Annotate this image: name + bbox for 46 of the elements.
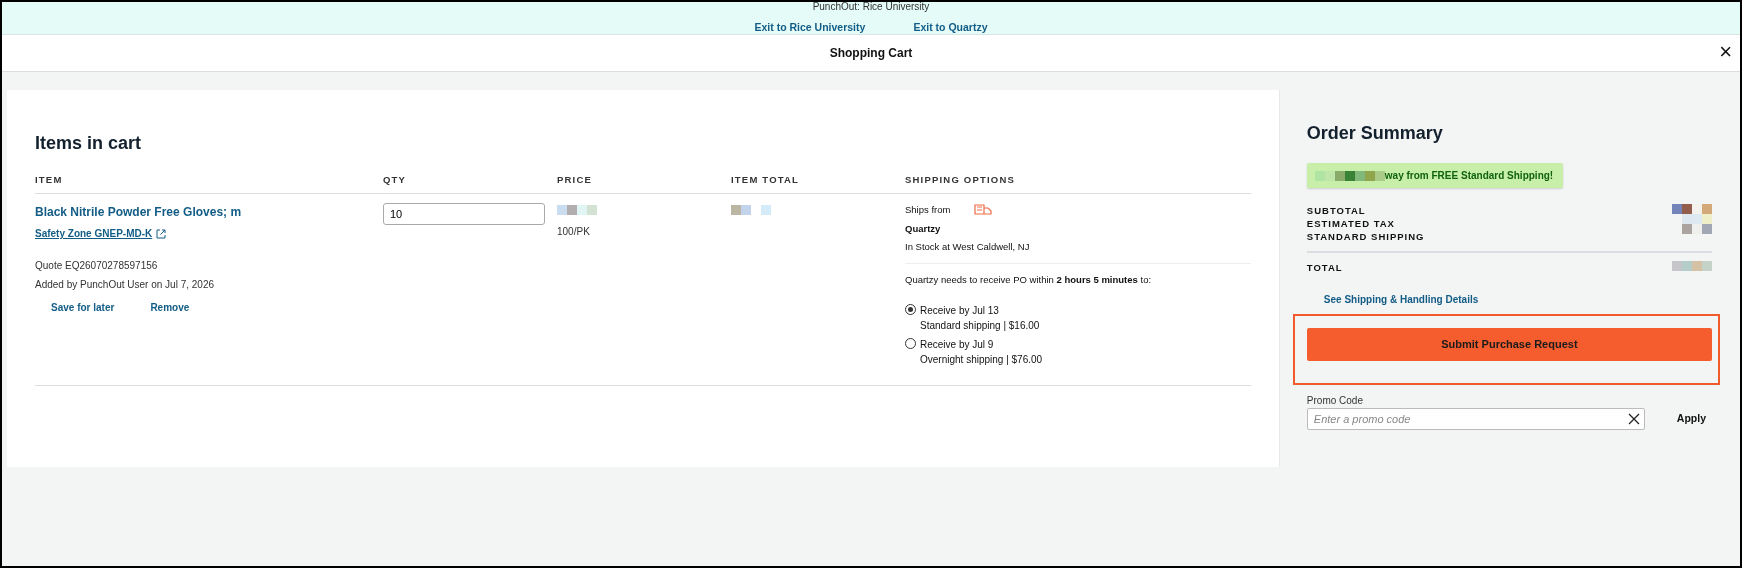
pixelated-value-drawing [1672, 261, 1712, 274]
free-shipping-text: way from FREE Standard Shipping! [1384, 169, 1554, 183]
clear-icon[interactable] [1627, 413, 1640, 425]
apply-button[interactable]: Apply [1670, 410, 1712, 428]
stock-status: In Stock at West Caldwell, NJ [905, 239, 1031, 254]
action-link[interactable]: Remove [150, 299, 190, 315]
summary-label: SUBTOTAL [1306, 204, 1367, 217]
quantity-field[interactable]: 10 [383, 203, 545, 226]
pixelated-value-drawing [1672, 204, 1712, 214]
option-title: Receive by Jul 13 [920, 304, 1000, 319]
summary-label: STANDARD SHIPPING [1306, 230, 1425, 243]
summary-label: ESTIMATED TAX [1306, 217, 1396, 230]
option-detail: Standard shipping | $16.00 [920, 319, 1040, 334]
option-title: Receive by Jul 9 [920, 338, 995, 353]
summary-title: Order Summary [1306, 122, 1444, 145]
column-header: SHIPPING OPTIONS [905, 174, 1015, 185]
section-title: Items in cart [35, 132, 143, 155]
sku-link[interactable]: Safety Zone GNEP-MD-K [35, 226, 167, 242]
submit-button[interactable]: Submit Purchase Request [1306, 328, 1712, 361]
column-header: QTY [383, 174, 407, 185]
external-link-icon [156, 228, 167, 239]
details-link[interactable]: See Shipping & Handling Details [1323, 292, 1479, 307]
deadline-text: Quartzy needs to receive PO within 2 hours 5 minutes to: [905, 273, 1153, 287]
exit-link[interactable]: Exit to Rice University [754, 20, 866, 36]
vendor-name: Quartzy [905, 221, 942, 236]
column-header: ITEM [35, 174, 63, 185]
column-header: PRICE [557, 174, 593, 185]
option-detail: Overnight shipping | $76.00 [920, 353, 1043, 368]
box-icon [974, 203, 993, 216]
action-link[interactable]: Save for later [51, 299, 115, 315]
column-header: ITEM TOTAL [731, 174, 800, 185]
close-button[interactable]: × [1715, 41, 1736, 63]
added-by-text: Added by PunchOut User on Jul 7, 2026 [35, 277, 215, 292]
exit-link[interactable]: Exit to Quartzy [913, 20, 988, 36]
total-label: TOTAL [1306, 261, 1343, 274]
pixelated-value-drawing [731, 205, 771, 216]
banner-title: PunchOut: Rice University [812, 1, 930, 12]
dialog-title: Shopping Cart [829, 45, 913, 62]
unit-text: 100/PK [557, 224, 591, 239]
pixelated-value-drawing [557, 205, 597, 216]
quote-number: Quote EQ26070278597156 [35, 258, 159, 273]
field-label: Promo Code [1306, 394, 1364, 408]
product-link[interactable]: Black Nitrile Powder Free Gloves; m [35, 203, 242, 222]
promo-code-field[interactable]: Enter a promo code [1306, 408, 1645, 430]
pixelated-value-drawing [1314, 170, 1385, 181]
ships-from-label: Ships from [905, 203, 951, 218]
